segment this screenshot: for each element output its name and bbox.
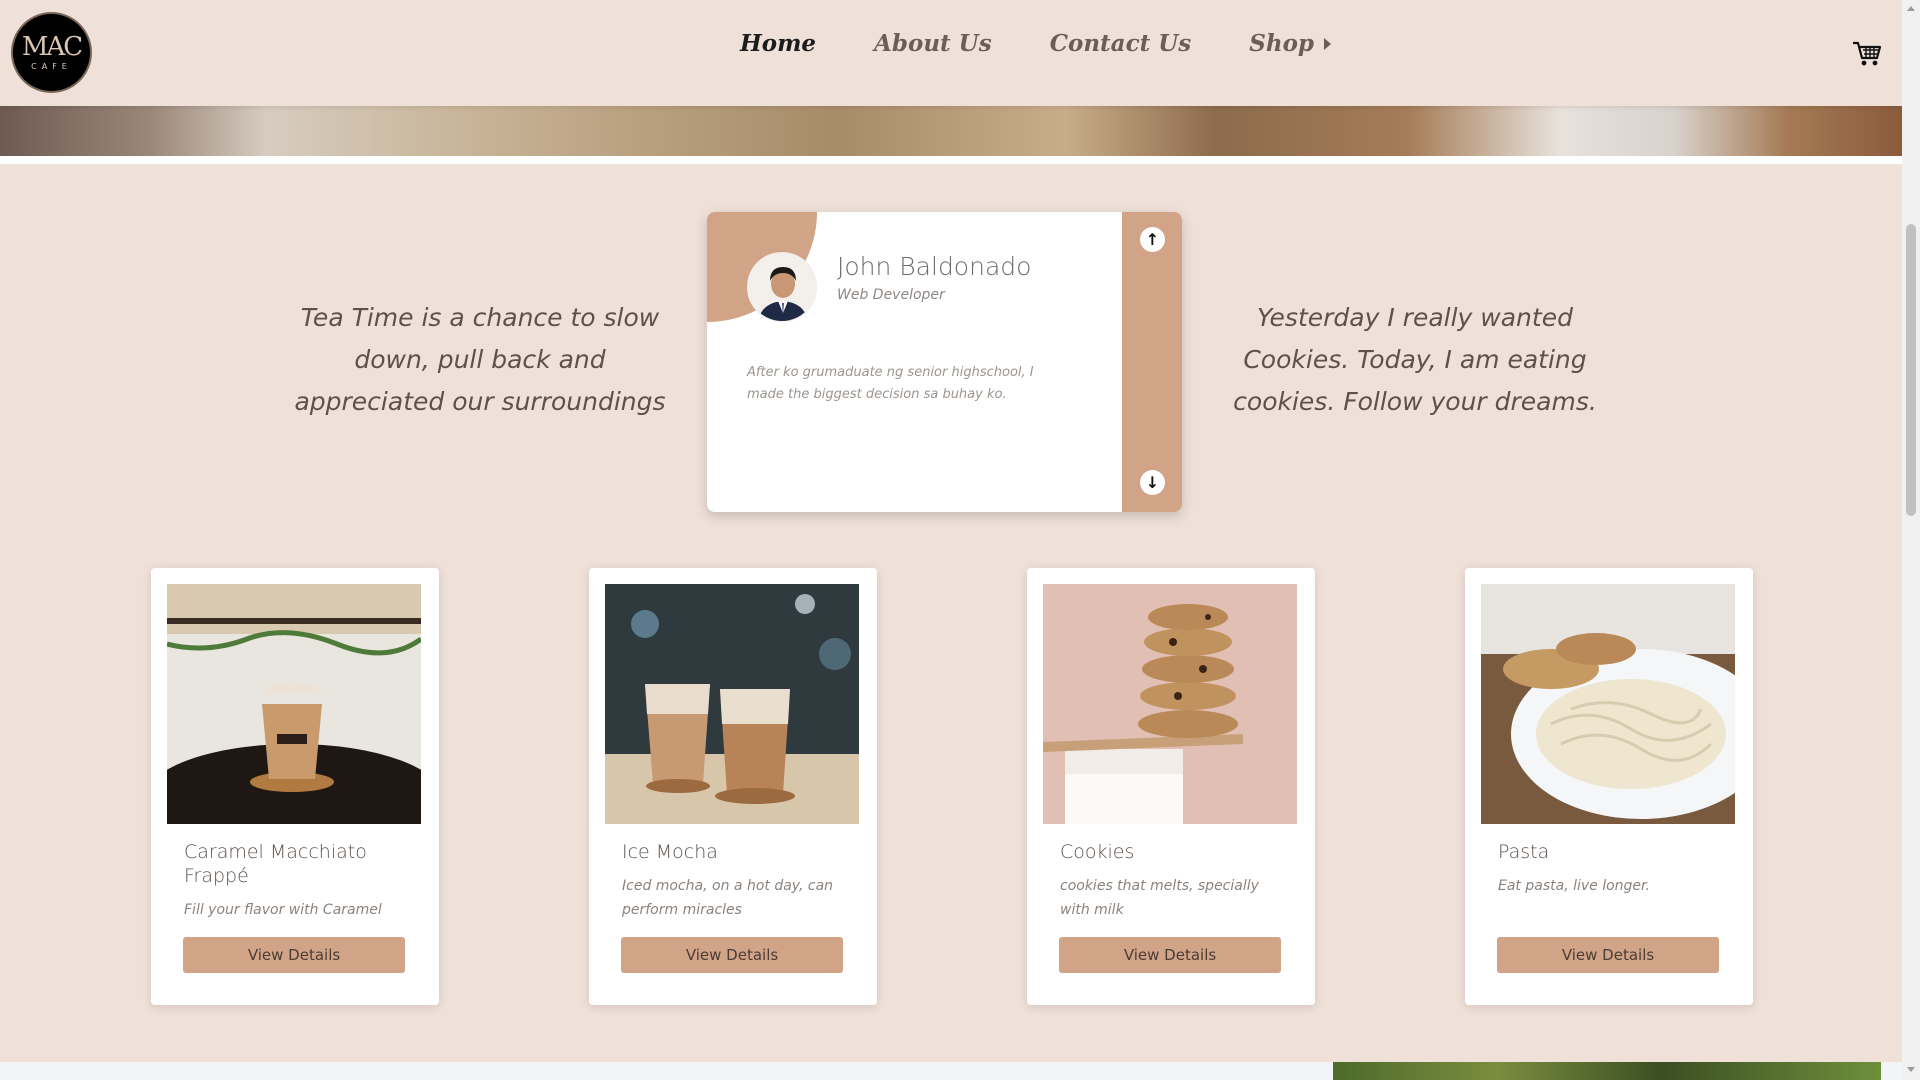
nav-shop[interactable]: Shop	[1249, 30, 1331, 57]
testimonial-role: Web Developer	[837, 287, 945, 303]
view-details-button[interactable]: View Details	[1059, 937, 1281, 973]
testimonial-text: After ko grumaduate ng senior highschool…	[747, 365, 1034, 402]
product-image-pasta	[1481, 584, 1735, 824]
caret-right-icon	[1324, 37, 1331, 50]
product-card: Caramel Macchiato Frappé Fill your flavo…	[151, 568, 439, 1005]
scroll-down-icon[interactable]	[1907, 1067, 1915, 1072]
product-name: Ice Mocha	[622, 841, 718, 863]
quote-right: Yesterday I really wanted Cookies. Today…	[1233, 303, 1597, 416]
product-image-cookies	[1043, 584, 1297, 824]
nav-contact-us[interactable]: Contact Us	[1050, 30, 1192, 57]
view-details-button[interactable]: View Details	[621, 937, 843, 973]
product-description: Iced mocha, on a hot day, can perform mi…	[622, 878, 834, 918]
product-image-caramel-macchiato	[167, 584, 421, 824]
page: MAC CAFE Home About Us Contact Us Shop T…	[0, 0, 1902, 1080]
product-card: Cookies cookies that melts, specially wi…	[1027, 568, 1315, 1005]
logo-subtext: CAFE	[31, 62, 72, 71]
arrow-down-icon[interactable]: ↓	[1140, 470, 1165, 495]
site-header: MAC CAFE Home About Us Contact Us Shop	[0, 0, 1902, 106]
view-details-button[interactable]: View Details	[1497, 937, 1719, 973]
product-card: Ice Mocha Iced mocha, on a hot day, can …	[589, 568, 877, 1005]
product-name: Caramel Macchiato Frappé	[184, 841, 367, 887]
testimonial-card: ↑ ↓ John Baldonado Web Developer After k…	[707, 212, 1182, 512]
vertical-scrollbar[interactable]	[1902, 0, 1920, 1080]
nav-about-us[interactable]: About Us	[874, 30, 992, 57]
cafe-logo[interactable]: MAC CAFE	[11, 12, 92, 93]
scroll-up-icon[interactable]	[1907, 6, 1915, 11]
nav-home[interactable]: Home	[740, 30, 816, 57]
avatar	[747, 252, 817, 322]
product-name: Cookies	[1060, 841, 1135, 863]
nav-shop-label: Shop	[1249, 30, 1314, 57]
scrollbar-thumb[interactable]	[1906, 224, 1916, 516]
quote-left: Tea Time is a chance to slow down, pull …	[294, 303, 666, 416]
product-description: Eat pasta, live longer.	[1498, 878, 1650, 894]
person-avatar-icon	[748, 253, 816, 321]
main-nav: Home About Us Contact Us Shop	[740, 30, 1331, 57]
view-details-button[interactable]: View Details	[183, 937, 405, 973]
product-image-ice-mocha	[605, 584, 859, 824]
shopping-cart-icon[interactable]	[1852, 40, 1882, 68]
product-description: Fill your flavor with Caramel	[184, 902, 382, 918]
testimonial-side-panel: ↑ ↓	[1122, 212, 1182, 512]
testimonial-name: John Baldonado	[837, 252, 1032, 281]
logo-text: MAC	[21, 32, 83, 62]
next-section-image	[1333, 1062, 1881, 1080]
product-description: cookies that melts, specially with milk	[1060, 878, 1259, 918]
product-card: Pasta Eat pasta, live longer. View Detai…	[1465, 568, 1753, 1005]
arrow-up-icon[interactable]: ↑	[1140, 227, 1165, 252]
product-name: Pasta	[1498, 841, 1550, 863]
